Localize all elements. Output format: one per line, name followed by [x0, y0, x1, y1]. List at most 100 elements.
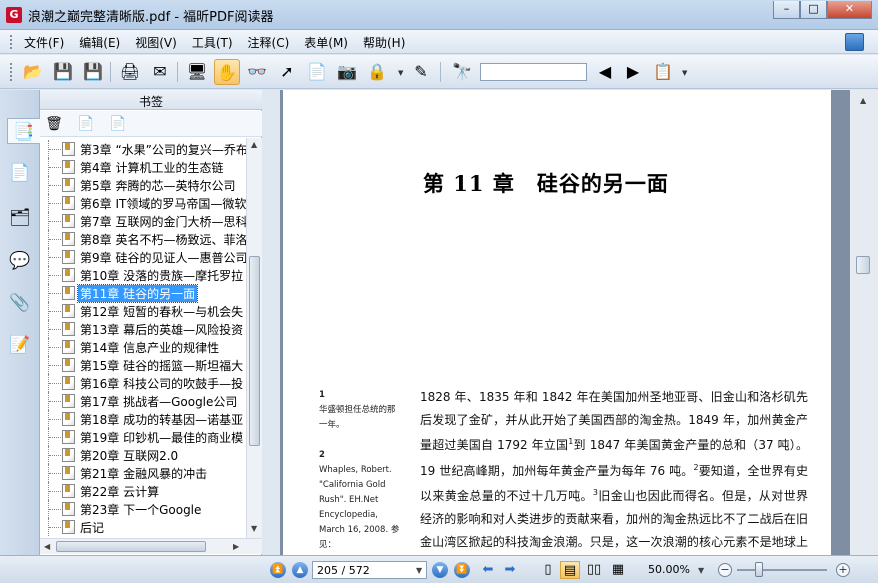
menu-item-1[interactable]: 编辑(E): [79, 34, 120, 51]
menu-item-5[interactable]: 表单(M): [304, 34, 348, 51]
go-forward-arrow-icon[interactable]: ➡: [500, 561, 520, 579]
save-icon[interactable]: 💾: [50, 59, 76, 85]
menu-item-3[interactable]: 工具(T): [192, 34, 233, 51]
bookmark-item[interactable]: 第10章 没落的贵族—摩托罗拉: [48, 266, 246, 284]
hand-tool-icon[interactable]: ✋: [214, 59, 240, 85]
toolbar-grip[interactable]: [10, 63, 13, 81]
select-arrow-icon[interactable]: ➚: [274, 59, 300, 85]
add-bookmark-icon[interactable]: 📄: [76, 114, 96, 134]
bookmark-item[interactable]: 第15章 硅谷的摇篮—斯坦福大: [48, 356, 246, 374]
bookmark-item[interactable]: 第5章 奔腾的芯—英特尔公司: [48, 176, 246, 194]
last-page-icon[interactable]: ⏬: [454, 562, 470, 578]
zoom-slider-thumb[interactable]: [755, 562, 763, 577]
bookmark-label[interactable]: 第15章 硅谷的摇篮—斯坦福大: [78, 357, 245, 374]
bookmark-label[interactable]: 第12章 短暂的春秋—与机会失: [78, 303, 245, 320]
bookmarks-tab-icon[interactable]: 📑: [7, 118, 40, 144]
comments-tab-icon[interactable]: 💬: [7, 248, 33, 274]
attachments-tab-icon[interactable]: 📎: [7, 290, 33, 316]
bookmark-horizontal-scrollbar[interactable]: ◀ ▶: [40, 538, 262, 554]
close-button[interactable]: ✕: [827, 1, 872, 19]
page-number-input[interactable]: 205 / 572: [312, 561, 427, 579]
bookmark-item[interactable]: 第14章 信息产业的规律性: [48, 338, 246, 356]
continuous-facing-view-icon[interactable]: ▦: [608, 561, 628, 579]
facing-view-icon[interactable]: ▯▯: [584, 561, 604, 579]
bookmark-label[interactable]: 第3章 “水果”公司的复兴—乔布: [78, 141, 246, 158]
sign-pen-icon[interactable]: ✎: [408, 59, 434, 85]
loupe-icon[interactable]: 👓: [244, 59, 270, 85]
bookmark-label[interactable]: 第8章 英名不朽—杨致远、菲洛: [78, 231, 246, 248]
add-child-bookmark-icon[interactable]: 📄: [108, 114, 128, 134]
single-page-view-icon[interactable]: ▯: [538, 561, 558, 579]
menu-item-2[interactable]: 视图(V): [135, 34, 177, 51]
scroll-left-arrow-icon[interactable]: ◀: [44, 542, 50, 551]
pages-tab-icon[interactable]: 📄: [7, 160, 33, 186]
bookmark-label[interactable]: 第17章 挑战者—Google公司: [78, 393, 239, 410]
rms-dropdown-arrow-icon[interactable]: ▼: [398, 69, 403, 77]
bookmark-item[interactable]: 第7章 互联网的金门大桥—思科: [48, 212, 246, 230]
bookmark-label[interactable]: 第22章 云计算: [78, 483, 161, 500]
bookmark-label[interactable]: 第19章 印钞机—最佳的商业模: [78, 429, 245, 446]
full-screen-icon[interactable]: 🖥: [184, 59, 210, 85]
binoculars-icon[interactable]: 🔭: [449, 59, 475, 85]
page-dropdown-arrow-icon[interactable]: ▼: [416, 566, 422, 575]
go-back-arrow-icon[interactable]: ⬅: [478, 561, 498, 579]
save-as-icon[interactable]: 💾: [80, 59, 106, 85]
bookmark-item[interactable]: 第21章 金融风暴的冲击: [48, 464, 246, 482]
bookmark-label[interactable]: 第18章 成功的转基因—诺基亚: [78, 411, 245, 428]
bookmark-item[interactable]: 第23章 下一个Google: [48, 500, 246, 518]
bookmark-item[interactable]: 第9章 硅谷的见证人—惠普公司: [48, 248, 246, 266]
bookmark-item[interactable]: 第11章 硅谷的另一面: [48, 284, 246, 303]
print-icon[interactable]: 🖨: [117, 59, 143, 85]
open-folder-icon[interactable]: 📂: [20, 59, 46, 85]
rms-lock-icon[interactable]: 🔒: [364, 59, 390, 85]
bookmark-label[interactable]: 第4章 计算机工业的生态链: [78, 159, 225, 176]
scroll-down-arrow-icon[interactable]: ▼: [251, 524, 257, 533]
zoom-slider-track[interactable]: [737, 569, 827, 571]
zoom-out-icon[interactable]: −: [718, 563, 732, 577]
bookmark-item[interactable]: 第12章 短暂的春秋—与机会失: [48, 302, 246, 320]
bookmark-item[interactable]: 第4章 计算机工业的生态链: [48, 158, 246, 176]
bookmark-item[interactable]: 第19章 印钞机—最佳的商业模: [48, 428, 246, 446]
bookmark-label[interactable]: 第13章 幕后的英雄—风险投资: [78, 321, 245, 338]
document-vertical-scrollbar[interactable]: ▲: [850, 90, 878, 555]
bookmark-label[interactable]: 第11章 硅谷的另一面: [76, 284, 199, 303]
bookmark-label[interactable]: 第5章 奔腾的芯—英特尔公司: [78, 177, 237, 194]
bookmark-label[interactable]: 第23章 下一个Google: [78, 501, 203, 518]
delete-bookmark-icon[interactable]: 🗑: [44, 114, 64, 134]
bookmark-label[interactable]: 第20章 互联网2.0: [78, 447, 180, 464]
bookmark-item[interactable]: 第20章 互联网2.0: [48, 446, 246, 464]
scroll-right-arrow-icon[interactable]: ▶: [233, 542, 239, 551]
bookmark-item[interactable]: 第22章 云计算: [48, 482, 246, 500]
bookmark-item[interactable]: 第13章 幕后的英雄—风险投资: [48, 320, 246, 338]
continuous-view-icon[interactable]: ▤: [560, 561, 580, 579]
panel-splitter[interactable]: [262, 90, 280, 555]
bookmark-label[interactable]: 第9章 硅谷的见证人—惠普公司: [78, 249, 246, 266]
minimize-button[interactable]: –: [773, 1, 800, 19]
bookmark-item[interactable]: 第17章 挑战者—Google公司: [48, 392, 246, 410]
bookmark-item[interactable]: 第3章 “水果”公司的复兴—乔布: [48, 140, 246, 158]
bookmark-vertical-scrollbar[interactable]: ▲ ▼: [246, 138, 262, 538]
scroll-up-arrow-icon[interactable]: ▲: [251, 140, 257, 149]
find-previous-icon[interactable]: ◀: [592, 59, 618, 85]
search-options-icon[interactable]: 📋: [650, 59, 676, 85]
email-icon[interactable]: ✉: [147, 59, 173, 85]
foxit-app-icon[interactable]: G: [6, 7, 22, 23]
layers-tab-icon[interactable]: 🗂: [7, 205, 33, 231]
bookmark-item[interactable]: 第16章 科技公司的吹鼓手—投: [48, 374, 246, 392]
bookmark-item[interactable]: 第18章 成功的转基因—诺基亚: [48, 410, 246, 428]
search-input[interactable]: [480, 63, 587, 81]
first-page-icon[interactable]: ⏫: [270, 562, 286, 578]
bookmark-item[interactable]: 第6章 IT领域的罗马帝国—微软: [48, 194, 246, 212]
bookmark-item[interactable]: 后记: [48, 518, 246, 536]
zoom-in-icon[interactable]: +: [836, 563, 850, 577]
window-restore-icon[interactable]: [845, 33, 864, 51]
next-page-icon[interactable]: ▼: [432, 562, 448, 578]
bookmark-label[interactable]: 后记: [78, 519, 106, 536]
bookmark-label[interactable]: 第7章 互联网的金门大桥—思科: [78, 213, 246, 230]
bookmark-label[interactable]: 第16章 科技公司的吹鼓手—投: [78, 375, 245, 392]
bookmark-label[interactable]: 第21章 金融风暴的冲击: [78, 465, 209, 482]
snapshot-icon[interactable]: 📷: [334, 59, 360, 85]
document-scroll-thumb[interactable]: [856, 256, 870, 274]
menu-item-4[interactable]: 注释(C): [248, 34, 290, 51]
bookmark-label[interactable]: 第10章 没落的贵族—摩托罗拉: [78, 267, 245, 284]
